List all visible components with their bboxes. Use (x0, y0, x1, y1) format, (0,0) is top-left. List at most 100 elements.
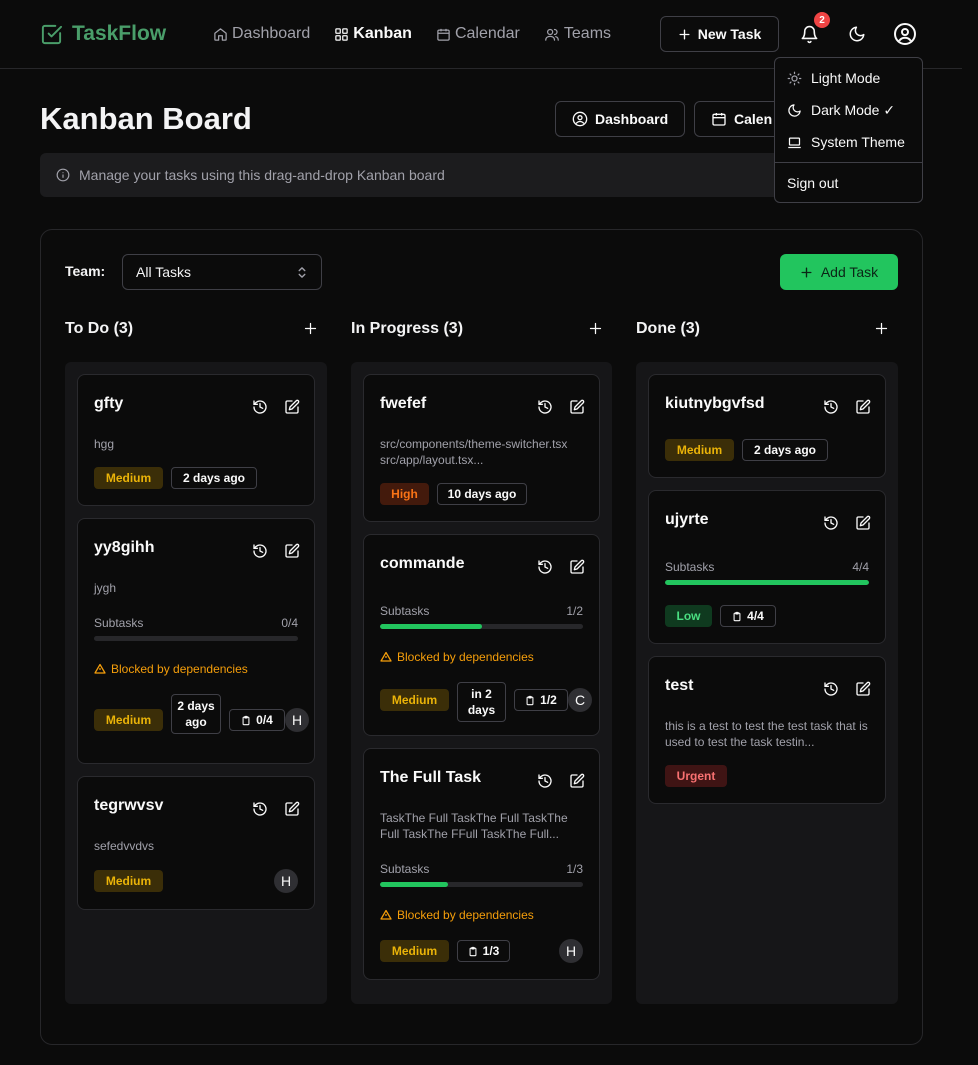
history-icon[interactable] (537, 559, 553, 575)
edit-icon[interactable] (855, 515, 871, 531)
task-description: jygh (94, 581, 117, 595)
subtask-count: 1/2 (540, 693, 557, 707)
task-description: TaskThe Full TaskThe Full TaskThe Full T… (380, 811, 568, 841)
subtasks-count: 0/4 (281, 616, 298, 630)
task-card-tegrwvsv[interactable]: tegrwvsv sefedvvdvs Medium H (77, 776, 315, 910)
assignee-avatar[interactable]: H (559, 939, 583, 963)
history-icon[interactable] (252, 399, 268, 415)
team-select-value: All Tasks (136, 264, 191, 280)
home-icon (213, 27, 228, 42)
priority-badge: Medium (94, 870, 163, 892)
history-icon[interactable] (537, 399, 553, 415)
nav-label: Calendar (454, 25, 520, 42)
subtask-progress-bar (380, 624, 583, 629)
bell-icon (800, 25, 819, 44)
history-icon[interactable] (537, 773, 553, 789)
dashboard-button[interactable]: Dashboard (555, 101, 685, 137)
clipboard-icon (732, 611, 742, 622)
blocked-warning: Blocked by dependencies (94, 662, 248, 676)
user-menu-button[interactable] (889, 18, 921, 50)
theme-toggle-button[interactable] (841, 18, 873, 50)
task-title: ujyrte (665, 511, 709, 528)
progress-fill (380, 624, 482, 629)
edit-icon[interactable] (284, 543, 300, 559)
plus-icon (303, 321, 318, 336)
calendar-button-label: Calen (734, 111, 773, 127)
brand-logo[interactable]: TaskFlow (40, 22, 166, 46)
column-title-done: Done (3) (636, 320, 700, 337)
priority-badge: High (380, 483, 429, 505)
card-actions (252, 543, 300, 559)
menu-label: System Theme (811, 134, 905, 150)
subtasks-row: Subtasks 4/4 (665, 560, 869, 574)
new-task-button[interactable]: New Task (660, 16, 779, 52)
task-title: commande (380, 555, 465, 572)
edit-icon[interactable] (855, 681, 871, 697)
subtasks-count: 4/4 (852, 560, 869, 574)
assignee-avatar[interactable]: H (274, 869, 298, 893)
warning-triangle-icon (94, 663, 106, 675)
info-icon (56, 168, 70, 182)
card-actions (537, 773, 585, 789)
team-select[interactable]: All Tasks (122, 254, 322, 290)
subtasks-row: Subtasks 1/3 (380, 862, 583, 876)
task-card-ujyrte[interactable]: ujyrte Subtasks 4/4 Low 4/4 (648, 490, 886, 644)
laptop-icon (787, 135, 802, 150)
add-in-progress-button[interactable] (588, 321, 603, 336)
history-icon[interactable] (252, 801, 268, 817)
edit-icon[interactable] (284, 399, 300, 415)
task-card-yy8gihh[interactable]: yy8gihh jygh Subtasks 0/4 Blocked by dep… (77, 518, 315, 764)
menu-item-light-mode[interactable]: Light Mode (787, 70, 880, 86)
nav-item-dashboard[interactable]: Dashboard (213, 25, 310, 43)
brand-name: TaskFlow (72, 22, 167, 45)
menu-item-sign-out[interactable]: Sign out (787, 175, 838, 191)
task-card-commande[interactable]: commande Subtasks 1/2 Blocked by depende… (363, 534, 600, 736)
task-card-the-full-task[interactable]: The Full Task TaskThe Full TaskThe Full … (363, 748, 600, 980)
edit-icon[interactable] (569, 559, 585, 575)
menu-item-dark-mode[interactable]: Dark Mode ✓ (787, 102, 895, 119)
add-task-label: Add Task (820, 264, 879, 280)
history-icon[interactable] (252, 543, 268, 559)
task-card-kiutnybgvfsd[interactable]: kiutnybgvfsd Medium 2 days ago (648, 374, 886, 478)
history-icon[interactable] (823, 681, 839, 697)
assignee-avatar[interactable]: C (568, 688, 592, 712)
task-title: test (665, 677, 694, 694)
add-todo-button[interactable] (303, 321, 318, 336)
edit-icon[interactable] (569, 773, 585, 789)
warning-triangle-icon (380, 651, 392, 663)
task-card-fwefef[interactable]: fwefef src/components/theme-switcher.tsx… (363, 374, 600, 522)
nav-item-kanban[interactable]: Kanban (334, 25, 412, 43)
column-title-in-progress: In Progress (3) (351, 320, 464, 337)
user-dropdown-menu: Light Mode Dark Mode ✓ System Theme Sign… (774, 57, 923, 203)
due-date-badge: 2 days ago (742, 439, 828, 461)
history-icon[interactable] (823, 515, 839, 531)
task-card-gfty[interactable]: gfty hgg Medium 2 days ago (77, 374, 315, 506)
assignee-avatar[interactable]: H (285, 708, 309, 732)
edit-icon[interactable] (855, 399, 871, 415)
subtasks-row: Subtasks 0/4 (94, 616, 298, 630)
clipboard-icon (468, 946, 478, 957)
subtask-count-badge: 1/3 (457, 940, 510, 962)
add-task-button[interactable]: Add Task (780, 254, 898, 290)
add-done-button[interactable] (874, 321, 889, 336)
edit-icon[interactable] (569, 399, 585, 415)
priority-badge: Medium (94, 709, 163, 731)
due-date-badge: 2 days ago (171, 467, 257, 489)
progress-fill (665, 580, 869, 585)
card-actions (823, 681, 871, 697)
moon-icon (848, 25, 866, 43)
users-icon (544, 27, 560, 42)
nav-item-teams[interactable]: Teams (544, 25, 611, 43)
card-actions (252, 399, 300, 415)
user-circle-icon (893, 22, 917, 46)
task-card-test[interactable]: test this is a test to test the test tas… (648, 656, 886, 804)
edit-icon[interactable] (284, 801, 300, 817)
user-circle-icon (572, 111, 588, 127)
menu-item-system-theme[interactable]: System Theme (787, 134, 905, 150)
subtasks-count: 1/3 (566, 862, 583, 876)
subtask-count-badge: 4/4 (720, 605, 776, 627)
priority-badge: Medium (94, 467, 163, 489)
nav-item-calendar[interactable]: Calendar (436, 25, 520, 43)
dashboard-button-label: Dashboard (595, 111, 669, 127)
history-icon[interactable] (823, 399, 839, 415)
